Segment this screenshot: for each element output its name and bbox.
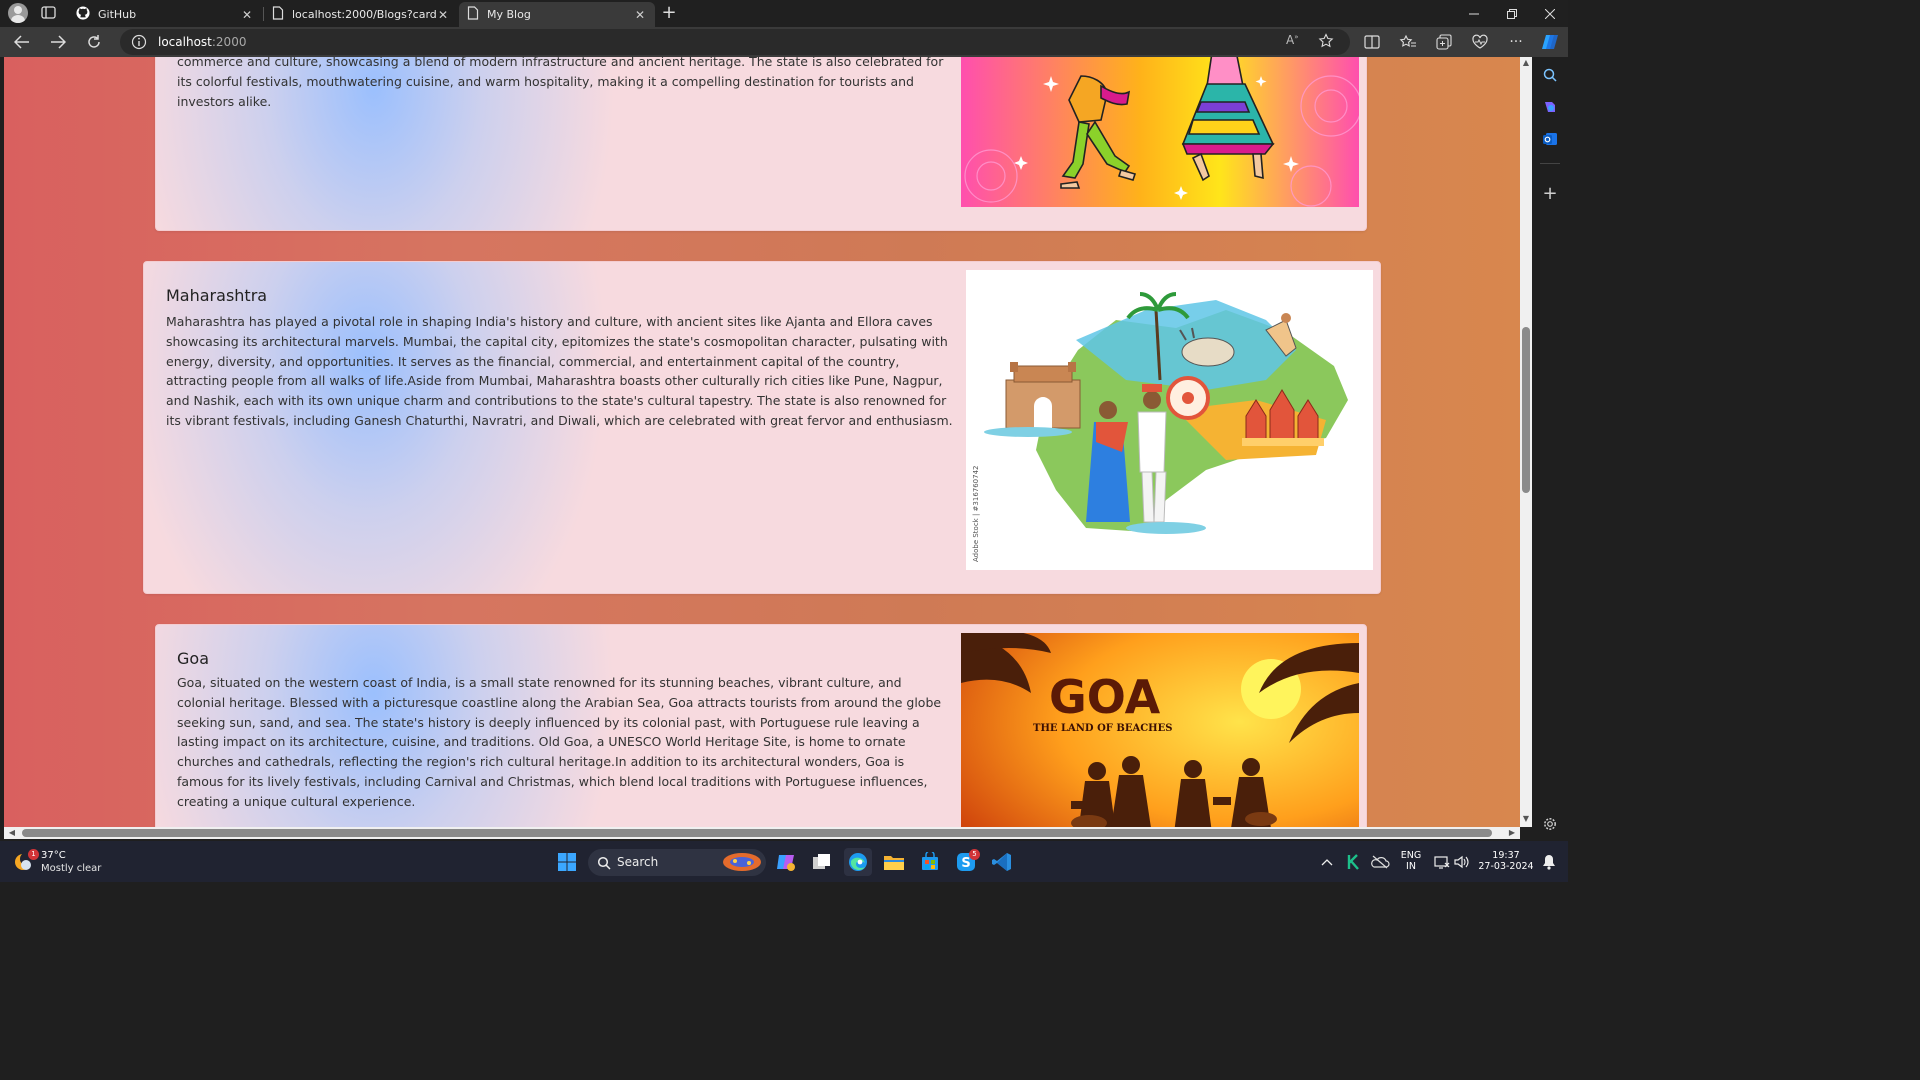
page-viewport[interactable]: commerce and culture, showcasing a blend… [4, 57, 1520, 827]
scrollbar-thumb[interactable] [1522, 327, 1530, 493]
tab-title: GitHub [98, 8, 137, 21]
card-title: Maharashtra [166, 286, 268, 305]
new-tab-icon[interactable]: + [660, 4, 678, 22]
tab-blogs[interactable]: localhost:2000/Blogs?cardID=66 ✕ [264, 2, 458, 27]
search-highlight-icon [722, 852, 762, 876]
horizontal-scrollbar[interactable]: ◀ ▶ [4, 827, 1520, 839]
more-options-icon[interactable]: ··· [1506, 32, 1526, 52]
split-screen-icon[interactable] [1362, 32, 1382, 52]
card-description: Goa, situated on the western coast of In… [177, 675, 942, 809]
minimize-icon[interactable] [1455, 0, 1493, 27]
back-arrow-icon[interactable] [11, 31, 33, 53]
refresh-icon[interactable] [83, 31, 105, 53]
weather-condition: Mostly clear [41, 863, 102, 874]
tab-actions-icon[interactable] [40, 5, 58, 21]
url-host: localhost [158, 35, 212, 49]
browser-toolbar: localhost:2000 A» ··· [0, 27, 1568, 57]
poster-title: GOA [1049, 670, 1161, 724]
close-icon[interactable]: ✕ [436, 8, 450, 22]
clock-date: 27-03-2024 [1478, 861, 1534, 872]
skype-badge: 5 [969, 849, 980, 860]
vertical-scrollbar[interactable]: ▲ ▼ [1520, 57, 1532, 827]
goa-poster-image: GOA THE LAND OF BEACHES [961, 633, 1359, 827]
windows-taskbar: 1 37°C Mostly clear Search S 5 ENG IN 19… [0, 841, 1568, 882]
profile-avatar-icon[interactable] [8, 3, 28, 23]
watermark-text: Adobe Stock | #316760742 [972, 466, 980, 563]
close-icon[interactable]: ✕ [633, 8, 647, 22]
scrollbar-thumb[interactable] [22, 829, 1492, 837]
outlook-icon[interactable] [1540, 129, 1560, 149]
kaspersky-icon[interactable] [1340, 848, 1368, 876]
url-port: :2000 [211, 35, 247, 49]
search-icon[interactable] [1540, 65, 1560, 85]
page-icon [467, 6, 479, 23]
windows-start-icon[interactable] [553, 848, 581, 876]
close-icon[interactable]: ✕ [240, 8, 254, 22]
scroll-down-arrow-icon[interactable]: ▼ [1520, 813, 1532, 825]
github-icon [76, 6, 90, 23]
card-description: commerce and culture, showcasing a blend… [177, 57, 944, 109]
tab-title: My Blog [487, 8, 531, 21]
copilot-taskbar-icon[interactable] [772, 848, 800, 876]
url-text: localhost:2000 [158, 35, 246, 49]
address-bar[interactable]: localhost:2000 A» [120, 29, 1350, 55]
card-description: Maharashtra has played a pivotal role in… [166, 314, 953, 428]
page-icon [272, 6, 284, 23]
browser-essentials-icon[interactable] [1470, 32, 1490, 52]
chevron-up-icon[interactable] [1313, 848, 1341, 876]
info-icon[interactable] [131, 34, 147, 54]
region-code: IN [1406, 861, 1416, 872]
maharashtra-map-image: Adobe Stock | #316760742 [966, 270, 1373, 570]
read-aloud-icon[interactable]: A» [1286, 33, 1299, 47]
weather-temp: 37°C [41, 850, 66, 861]
sidebar-divider [1540, 163, 1560, 164]
edge-sidebar: + [1532, 57, 1568, 841]
tab-my-blog[interactable]: My Blog ✕ [459, 2, 655, 27]
tab-strip: GitHub ✕ localhost:2000/Blogs?cardID=66 … [0, 0, 1568, 27]
card-title: Goa [177, 649, 209, 668]
collections-icon[interactable] [1434, 32, 1454, 52]
favorites-icon[interactable] [1398, 32, 1418, 52]
scroll-right-arrow-icon[interactable]: ▶ [1506, 827, 1518, 839]
search-icon [597, 855, 611, 874]
speaker-icon[interactable] [1448, 848, 1476, 876]
clock-time: 19:37 [1492, 850, 1520, 861]
language-code: ENG [1400, 850, 1422, 861]
scroll-left-arrow-icon[interactable]: ◀ [6, 827, 18, 839]
settings-gear-icon[interactable] [1540, 814, 1560, 834]
svg-text:S: S [961, 856, 970, 871]
clock[interactable]: 19:37 27-03-2024 [1478, 850, 1534, 872]
skype-icon[interactable]: S 5 [952, 848, 980, 876]
forward-arrow-icon[interactable] [47, 31, 69, 53]
blog-card: commerce and culture, showcasing a blend… [155, 57, 1367, 231]
language-indicator[interactable]: ENG IN [1398, 850, 1424, 872]
edge-browser-icon[interactable] [844, 848, 872, 876]
gujarat-dancers-image [961, 57, 1359, 207]
notification-bell-icon[interactable] [1535, 848, 1563, 876]
blog-card-maharashtra: Maharashtra Maharashtra has played a piv… [143, 261, 1381, 594]
add-icon[interactable]: + [1540, 183, 1560, 204]
tab-title: localhost:2000/Blogs?cardID=66 [292, 8, 436, 21]
favorite-star-icon[interactable] [1318, 33, 1334, 53]
search-label: Search [617, 855, 659, 869]
weather-widget[interactable]: 1 37°C Mostly clear [14, 849, 124, 877]
copilot-sidebar-icon[interactable] [1540, 97, 1560, 117]
file-explorer-icon[interactable] [880, 848, 908, 876]
vscode-icon[interactable] [988, 848, 1016, 876]
task-view-icon[interactable] [808, 848, 836, 876]
close-window-icon[interactable] [1531, 0, 1569, 27]
blog-card-goa: Goa Goa, situated on the western coast o… [155, 624, 1367, 827]
scroll-up-arrow-icon[interactable]: ▲ [1520, 57, 1532, 69]
restore-icon[interactable] [1493, 0, 1531, 27]
microsoft-store-icon[interactable] [916, 848, 944, 876]
copilot-icon[interactable] [1540, 32, 1560, 52]
taskbar-search[interactable]: Search [588, 849, 766, 876]
tab-github[interactable]: GitHub ✕ [68, 2, 262, 27]
poster-subtitle: THE LAND OF BEACHES [1033, 723, 1172, 734]
weather-badge: 1 [28, 849, 39, 860]
onedrive-off-icon[interactable] [1366, 848, 1394, 876]
